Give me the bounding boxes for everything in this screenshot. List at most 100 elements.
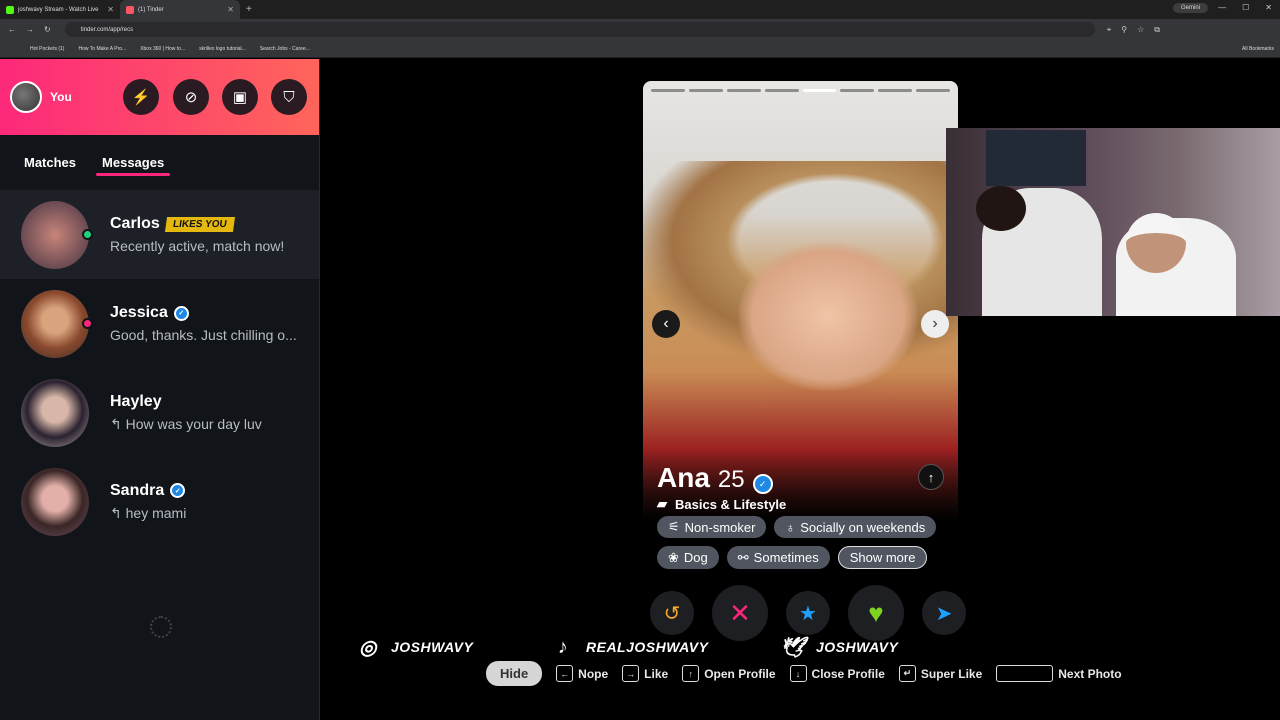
tab-tinder[interactable]: (1) Tinder ✕ bbox=[120, 0, 240, 19]
zoom-icon[interactable]: ⚲ bbox=[1121, 25, 1127, 35]
hide-shortcuts-button[interactable]: Hide bbox=[486, 661, 543, 686]
bookmark-item[interactable]: Xbox 360 | How to... bbox=[140, 46, 185, 52]
gemini-button[interactable]: Gemini bbox=[1172, 3, 1208, 13]
photo-progress bbox=[651, 89, 950, 92]
conversation-preview: How was your day luv bbox=[125, 415, 262, 432]
back-icon[interactable]: ← bbox=[8, 25, 16, 34]
left-key-icon: ← bbox=[556, 665, 574, 682]
down-key-icon: ↓ bbox=[789, 665, 807, 682]
twitter-icon: 🕊 bbox=[780, 636, 806, 659]
swipe-actions: ↺ ✕ ★ ♥ ➤ bbox=[650, 585, 966, 641]
chip-pets: ❀ Dog bbox=[657, 546, 719, 569]
browser-tab-bar: joshwavy Stream - Watch Live ✕ (1) Tinde… bbox=[0, 0, 1280, 19]
social-instagram: ◎ JOSHWAVY bbox=[355, 634, 473, 660]
my-profile-label[interactable]: You bbox=[50, 90, 72, 104]
verified-badge-icon: ✓ bbox=[173, 305, 189, 321]
kick-favicon-icon bbox=[6, 5, 14, 14]
conversation-jessica[interactable]: Jessica ✓ Good, thanks. Just chilling o.… bbox=[0, 279, 319, 368]
profile-header: You ⚡ ⊘ ▣ ⛉ bbox=[0, 59, 319, 135]
tab-label: (1) Tinder bbox=[138, 6, 164, 13]
profile-age: 25 bbox=[717, 465, 745, 493]
likes-you-badge: LIKES YOU bbox=[164, 216, 235, 232]
my-avatar[interactable] bbox=[10, 81, 42, 113]
social-tiktok: ♪ REALJOSHWAVY bbox=[550, 634, 708, 660]
tab-label: joshwavy Stream - Watch Live bbox=[18, 6, 99, 13]
extensions-icon[interactable]: ⧉ bbox=[1154, 25, 1160, 35]
avatar bbox=[21, 378, 89, 447]
close-tab-icon[interactable]: ✕ bbox=[107, 5, 114, 14]
photo-progress-segment bbox=[651, 89, 685, 92]
nope-label: Nope bbox=[578, 666, 609, 681]
streamer-right-head bbox=[1126, 213, 1186, 273]
chip-smoking: ⚟ Non-smoker bbox=[657, 516, 767, 538]
conversation-hayley[interactable]: Hayley ↰ How was your day luv bbox=[0, 368, 319, 457]
open-profile-label: Open Profile bbox=[704, 666, 776, 681]
show-more-button[interactable]: Show more bbox=[837, 546, 928, 569]
drink-icon: ♁ bbox=[785, 519, 796, 535]
nav-buttons: ← → ↻ bbox=[0, 25, 51, 34]
chip-drinking: ♁ Socially on weekends bbox=[774, 516, 937, 538]
tab-messages[interactable]: Messages bbox=[96, 155, 171, 176]
gemini-label: Gemini bbox=[1180, 5, 1200, 11]
online-status-dot bbox=[82, 228, 93, 240]
close-tab-icon[interactable]: ✕ bbox=[227, 5, 234, 14]
minimize-icon[interactable]: — bbox=[1218, 3, 1226, 12]
chip-label: Socially on weekends bbox=[800, 519, 926, 535]
tinder-favicon-icon bbox=[126, 5, 134, 14]
reload-icon[interactable]: ↻ bbox=[44, 25, 51, 34]
next-photo-button[interactable]: › bbox=[921, 310, 949, 338]
rewind-icon[interactable]: ↺ bbox=[650, 591, 694, 635]
keyboard-shortcuts: Hide ← Nope → Like ↑ Open Profile ↓ Close Pr… bbox=[486, 661, 1128, 686]
next-photo-label: Next Photo bbox=[1058, 666, 1122, 681]
maximize-icon[interactable]: ☐ bbox=[1242, 3, 1249, 12]
chip-label: Sometimes bbox=[753, 550, 819, 565]
conversation-name: Jessica bbox=[110, 304, 168, 321]
all-bookmarks[interactable]: All Bookmarks bbox=[1242, 46, 1274, 52]
like-heart-icon[interactable]: ♥ bbox=[848, 585, 904, 641]
bookmark-item[interactable]: Hot Pockets (1) bbox=[30, 46, 64, 52]
conversation-carlos[interactable]: Carlos LIKES YOU Recently active, match … bbox=[0, 190, 319, 279]
new-tab-icon[interactable]: + bbox=[246, 4, 252, 15]
url-field[interactable]: tinder.com/app/recs bbox=[64, 22, 1095, 37]
tiktok-icon: ♪ bbox=[557, 635, 569, 658]
tab-kick[interactable]: joshwavy Stream - Watch Live ✕ bbox=[0, 0, 120, 19]
status-dot bbox=[82, 317, 93, 329]
bookmark-item[interactable]: Search Jobs - Caree... bbox=[260, 46, 310, 52]
dumbbell-icon: ⚯ bbox=[737, 549, 749, 565]
toolbar-icons: ⌖ ⚲ ☆ ⧉ bbox=[1107, 25, 1160, 35]
instagram-icon: ◎ bbox=[359, 636, 377, 659]
verified-badge-icon: ✓ bbox=[170, 483, 186, 498]
conversation-name: Sandra bbox=[110, 481, 165, 499]
explore-compass-icon[interactable]: ⊘ bbox=[173, 79, 209, 115]
location-icon[interactable]: ⌖ bbox=[1107, 25, 1112, 35]
right-key-icon: → bbox=[622, 665, 640, 682]
profile-card[interactable]: ‹ › Ana 25 ✓ ↑ ▰ Basics & Lifestyle ⚟ Non-… bbox=[643, 81, 958, 609]
background-monitor bbox=[986, 130, 1086, 186]
conversation-preview: Good, thanks. Just chilling o... bbox=[110, 327, 297, 343]
paw-icon: ❀ bbox=[668, 549, 679, 565]
conversation-name: Hayley bbox=[110, 392, 162, 410]
boost-icon[interactable]: ⚡ bbox=[123, 79, 159, 115]
conversation-preview: hey mami bbox=[125, 504, 187, 521]
enter-key-icon: ↵ bbox=[898, 665, 916, 682]
bookmark-item[interactable]: How To Make A Pro... bbox=[78, 46, 126, 52]
forward-icon[interactable]: → bbox=[26, 25, 34, 34]
tag-icon: ▰ bbox=[657, 496, 667, 511]
bookmark-item[interactable]: skrillex logo tutorial... bbox=[199, 46, 246, 52]
close-window-icon[interactable]: ✕ bbox=[1265, 3, 1272, 12]
social-twitter: 🕊 JOSHWAVY bbox=[780, 634, 898, 660]
open-profile-arrow-icon[interactable]: ↑ bbox=[918, 464, 944, 490]
boost-send-icon[interactable]: ➤ bbox=[922, 591, 966, 635]
photo-progress-segment bbox=[726, 89, 761, 92]
bookmarks-bar: Hot Pockets (1) How To Make A Pro... Xbo… bbox=[0, 40, 1280, 58]
super-like-star-icon[interactable]: ★ bbox=[786, 591, 830, 635]
bookmark-star-icon[interactable]: ☆ bbox=[1137, 25, 1144, 35]
photo-progress-segment bbox=[840, 89, 875, 92]
previous-photo-button[interactable]: ‹ bbox=[652, 310, 680, 338]
nope-x-icon[interactable]: ✕ bbox=[712, 585, 768, 641]
reply-arrow-icon: ↰ bbox=[110, 504, 126, 521]
safety-shield-icon[interactable]: ⛉ bbox=[271, 79, 307, 115]
tab-matches[interactable]: Matches bbox=[24, 155, 76, 170]
briefcase-icon[interactable]: ▣ bbox=[222, 79, 258, 115]
conversation-sandra[interactable]: Sandra ✓ ↰ hey mami bbox=[0, 457, 319, 546]
